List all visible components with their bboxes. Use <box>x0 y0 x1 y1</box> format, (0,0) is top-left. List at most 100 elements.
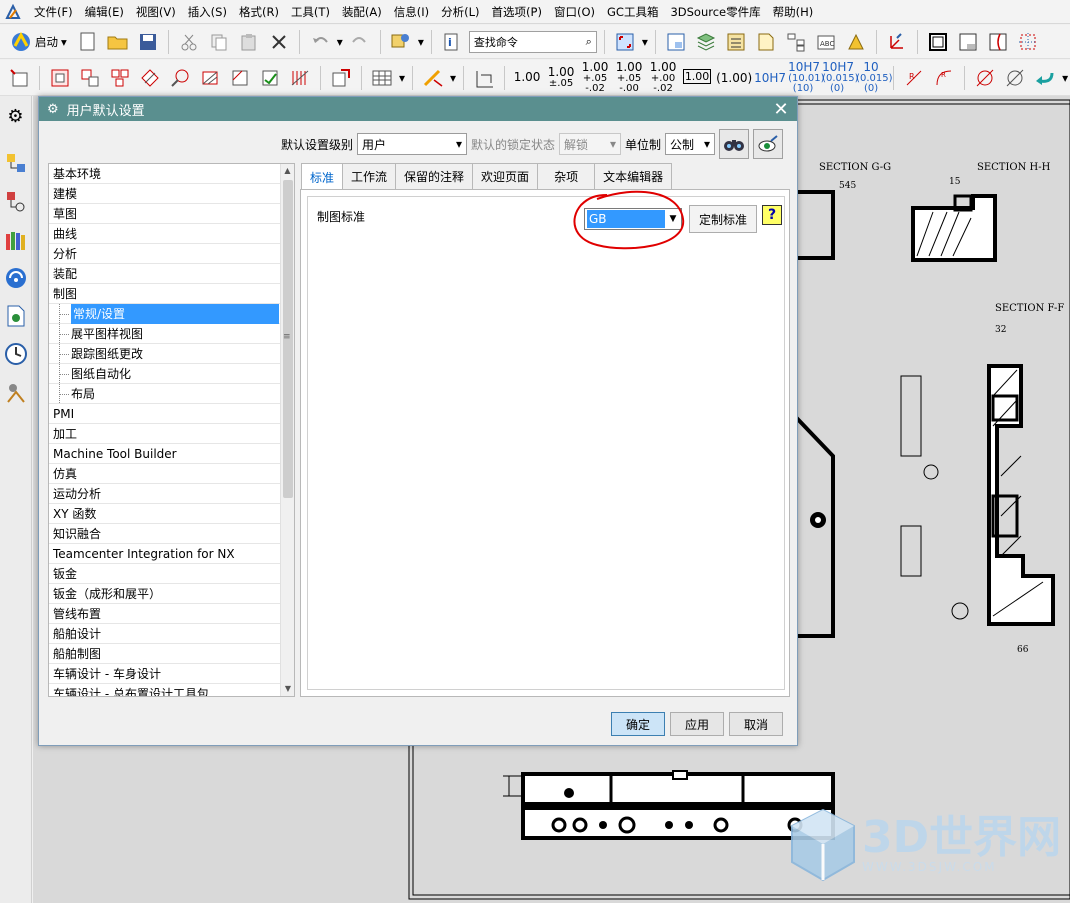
menu-help[interactable]: 帮助(H) <box>767 4 820 20</box>
nx-app-icon[interactable] <box>4 3 22 21</box>
fit-tolerance-value-only-icon[interactable]: 10 (0.015) (0) <box>856 61 892 94</box>
tolerance-reference-icon[interactable]: (1.00) <box>716 72 752 84</box>
view-dependent-edit-icon[interactable] <box>328 65 354 91</box>
menu-edit[interactable]: 编辑(E) <box>79 4 130 20</box>
section-view-icon[interactable] <box>137 65 163 91</box>
chevron-down-icon[interactable]: ▾ <box>1062 71 1068 85</box>
part-navigator-icon[interactable] <box>2 188 30 216</box>
tree-item[interactable]: 展平图样视图 <box>49 324 281 344</box>
break-view-icon[interactable] <box>985 29 1011 55</box>
doc-view-icon[interactable] <box>753 29 779 55</box>
ok-button[interactable]: 确定 <box>611 712 665 736</box>
customize-standard-button[interactable]: 定制标准 <box>689 205 757 233</box>
tree-item[interactable]: 加工 <box>49 424 281 444</box>
tree-item[interactable]: 建模 <box>49 184 281 204</box>
projected-view-icon[interactable] <box>77 65 103 91</box>
view-boundary-icon[interactable] <box>1015 29 1041 55</box>
menu-gc-toolbox[interactable]: GC工具箱 <box>601 4 664 20</box>
radius-arc-icon[interactable]: R <box>931 65 957 91</box>
update-view-icon[interactable] <box>257 65 283 91</box>
help-icon[interactable]: ? <box>762 205 782 225</box>
ordinate-dimension-icon[interactable] <box>471 65 497 91</box>
save-icon[interactable] <box>135 29 161 55</box>
fit-tolerance-icon[interactable]: 10H7 <box>754 72 786 84</box>
apply-button[interactable]: 应用 <box>670 712 724 736</box>
menu-format[interactable]: 格式(R) <box>233 4 285 20</box>
menu-assembly[interactable]: 装配(A) <box>336 4 388 20</box>
unit-select[interactable]: 公制 ▾ <box>665 133 716 155</box>
start-button[interactable]: 启动 ▾ <box>6 31 71 53</box>
tree-item[interactable]: 基本环境 <box>49 164 281 184</box>
chevron-down-icon[interactable]: ▾ <box>450 71 456 85</box>
insert-sheet-icon[interactable] <box>6 65 32 91</box>
settings-gear-icon[interactable]: ⚙ <box>2 102 30 130</box>
category-tree[interactable]: 基本环境 建模 草图 曲线 分析 装配 制图 常规/设置 展平图样视图 跟踪图纸更改 图纸自动化 布局… <box>48 163 295 697</box>
search-icon[interactable]: ⌕ <box>586 35 592 49</box>
tree-item[interactable]: 分析 <box>49 244 281 264</box>
cut-icon[interactable] <box>176 29 202 55</box>
view-list-icon[interactable] <box>723 29 749 55</box>
fit-view-icon[interactable] <box>612 29 638 55</box>
menu-view[interactable]: 视图(V) <box>130 4 182 20</box>
hierarchy-icon[interactable] <box>783 29 809 55</box>
title-block-icon[interactable] <box>955 29 981 55</box>
tree-item[interactable]: Machine Tool Builder <box>49 444 281 464</box>
fit-tolerance-value-icon[interactable]: 10H7 (10.01) (10) <box>788 61 824 94</box>
tolerance-unilateral-minus-icon[interactable]: 1.00 +.00 -.02 <box>648 61 678 94</box>
scroll-up-icon[interactable]: ▲ <box>281 164 294 178</box>
tolerance-limit-icon[interactable]: 1.00 +.05 -.02 <box>580 61 610 94</box>
chevron-down-icon[interactable]: ▾ <box>642 35 648 49</box>
return-arrow-icon[interactable] <box>1032 65 1058 91</box>
tolerance-unilateral-plus-icon[interactable]: 1.00 +.05 -.00 <box>614 61 644 94</box>
menu-tools[interactable]: 工具(T) <box>285 4 336 20</box>
fit-tolerance-limit-icon[interactable]: 10H7 (0.015) (0) <box>822 61 858 94</box>
chevron-down-icon[interactable]: ▾ <box>399 71 405 85</box>
wcs-icon[interactable] <box>884 29 910 55</box>
tab-standard[interactable]: 标准 <box>301 163 344 191</box>
tree-item[interactable]: 常规/设置 <box>49 304 281 324</box>
style-icon[interactable] <box>843 29 869 55</box>
open-folder-icon[interactable] <box>105 29 131 55</box>
hole-diameter-icon[interactable] <box>1002 65 1028 91</box>
tree-item[interactable]: 曲线 <box>49 224 281 244</box>
tree-item[interactable]: 制图 <box>49 284 281 304</box>
tree-item[interactable]: 车辆设计 - 车身设计 <box>49 664 281 684</box>
delete-icon[interactable] <box>266 29 292 55</box>
menu-preferences[interactable]: 首选项(P) <box>486 4 548 20</box>
copy-icon[interactable] <box>206 29 232 55</box>
paste-icon[interactable] <box>236 29 262 55</box>
chevron-down-icon[interactable]: ▾ <box>337 35 343 49</box>
tree-item[interactable]: 知识融合 <box>49 524 281 544</box>
base-view-icon[interactable] <box>47 65 73 91</box>
undo-icon[interactable] <box>307 29 333 55</box>
tree-item[interactable]: XY 函数 <box>49 504 281 524</box>
diameter-icon[interactable] <box>972 65 998 91</box>
tab-workflow[interactable]: 工作流 <box>342 163 397 189</box>
tolerance-none-icon[interactable]: 1.00 <box>512 71 542 84</box>
history-doc-icon[interactable] <box>2 302 30 330</box>
tree-item[interactable]: 车辆设计 - 总布置设计工具包 <box>49 684 281 696</box>
new-file-icon[interactable] <box>75 29 101 55</box>
tree-item[interactable]: 船舶设计 <box>49 624 281 644</box>
manage-defaults-button[interactable] <box>753 129 784 159</box>
tab-text-editor[interactable]: 文本编辑器 <box>594 163 673 189</box>
tab-retained-annotations[interactable]: 保留的注释 <box>395 163 474 189</box>
tree-item[interactable]: 仿真 <box>49 464 281 484</box>
radius-icon[interactable]: R <box>901 65 927 91</box>
layer-settings-icon[interactable] <box>388 29 414 55</box>
tree-item[interactable]: 草图 <box>49 204 281 224</box>
drawing-sheet-icon[interactable] <box>663 29 689 55</box>
tree-item[interactable]: 钣金 <box>49 564 281 584</box>
tab-welcome-page[interactable]: 欢迎页面 <box>472 163 539 189</box>
web-browser-icon[interactable] <box>2 264 30 292</box>
level-select[interactable]: 用户 ▾ <box>357 133 468 155</box>
menu-insert[interactable]: 插入(S) <box>182 4 233 20</box>
tree-item[interactable]: Teamcenter Integration for NX <box>49 544 281 564</box>
menu-analysis[interactable]: 分析(L) <box>435 4 485 20</box>
revolved-section-icon[interactable] <box>227 65 253 91</box>
break-out-section-icon[interactable] <box>167 65 193 91</box>
history-clock-icon[interactable] <box>2 340 30 368</box>
tree-item[interactable]: 跟踪图纸更改 <box>49 344 281 364</box>
abc-edit-icon[interactable]: ABC <box>813 29 839 55</box>
close-icon[interactable]: ✕ <box>771 99 791 120</box>
